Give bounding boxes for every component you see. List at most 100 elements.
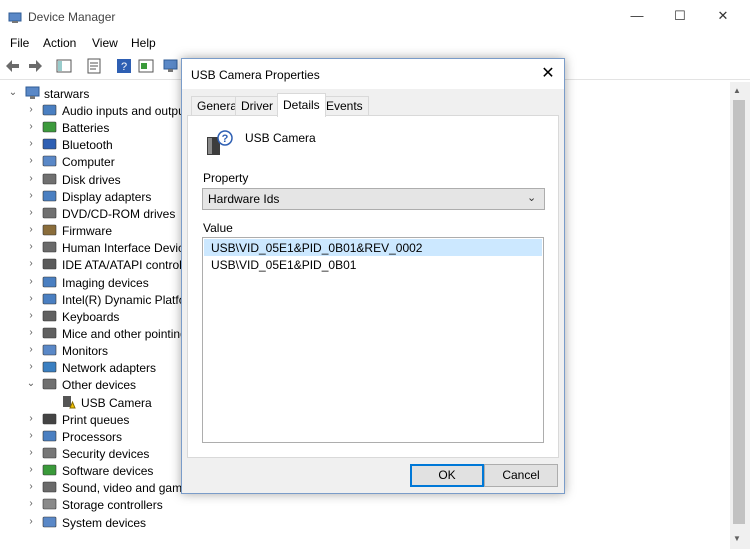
ide-icon: [42, 257, 57, 271]
minimize-button[interactable]: —: [627, 8, 647, 26]
tree-item-label: Firmware: [62, 224, 112, 239]
chevron-right-icon[interactable]: ›: [26, 481, 36, 492]
device-manager-icon: [8, 10, 22, 24]
dialog-title: USB Camera Properties: [191, 68, 320, 82]
tree-item-label: Processors: [62, 429, 123, 444]
chevron-right-icon[interactable]: ›: [26, 464, 36, 475]
tree-item-label: Security devices: [62, 447, 150, 461]
chevron-right-icon[interactable]: ›: [26, 241, 36, 252]
chevron-right-icon[interactable]: ›: [26, 224, 36, 235]
chevron-right-icon[interactable]: ›: [26, 190, 36, 201]
chevron-right-icon[interactable]: ›: [26, 498, 36, 509]
tree-root-label: starwars: [44, 87, 90, 101]
chevron-down-icon[interactable]: ⌄: [8, 87, 18, 98]
tree-item-label: Intel(R) Dynamic Platfor: [62, 292, 190, 307]
tree-item-label: Disk drives: [62, 172, 121, 187]
hid-icon: [42, 240, 57, 254]
maximize-button[interactable]: ☐: [670, 8, 690, 26]
tab-details[interactable]: Details: [277, 93, 326, 117]
chevron-right-icon[interactable]: ›: [26, 516, 36, 527]
menu-view[interactable]: View: [92, 36, 118, 50]
tree-item-label: Computer: [62, 155, 115, 170]
disk-icon: [42, 172, 57, 186]
value-item-text: USB\VID_05E1&PID_0B01: [211, 258, 357, 272]
chevron-right-icon[interactable]: ›: [26, 447, 36, 458]
cancel-button[interactable]: Cancel: [484, 464, 558, 487]
tree-item-label: Bluetooth: [62, 138, 113, 153]
tree-item-label: Software devices: [62, 464, 154, 479]
firmware-icon: [42, 223, 57, 237]
chevron-right-icon[interactable]: ›: [26, 361, 36, 372]
usb-camera-unknown-icon: ?: [204, 129, 234, 157]
chevron-right-icon[interactable]: ›: [26, 121, 36, 132]
chevron-right-icon[interactable]: ›: [26, 258, 36, 269]
sound-icon: [42, 480, 57, 494]
tree-item-label: Other devices: [62, 378, 137, 393]
properties-icon[interactable]: [86, 58, 102, 74]
forward-arrow-icon[interactable]: [27, 58, 43, 74]
security-icon: [42, 446, 57, 460]
close-button[interactable]: ✕: [713, 8, 733, 26]
menu-help[interactable]: Help: [131, 36, 156, 50]
tree-item-label: Monitors: [62, 344, 109, 359]
chevron-right-icon[interactable]: ›: [26, 104, 36, 115]
device-name: USB Camera: [245, 131, 316, 145]
properties-dialog: USB Camera Properties ✕ General Driver D…: [181, 58, 565, 494]
chevron-right-icon[interactable]: ›: [26, 276, 36, 287]
chevron-right-icon[interactable]: ›: [26, 207, 36, 218]
tree-item-label: Display adapters: [62, 189, 152, 204]
tree-item-label: Mice and other pointing: [62, 326, 187, 341]
computer-icon: [42, 154, 57, 168]
chevron-right-icon[interactable]: ›: [26, 173, 36, 184]
property-dropdown[interactable]: Hardware Ids ⌄: [202, 188, 545, 210]
camera-icon: [42, 275, 57, 289]
tab-driver[interactable]: Driver: [235, 96, 279, 116]
tree-item-label: IDE ATA/ATAPI controlle: [62, 258, 192, 273]
other-devices-icon: [42, 377, 57, 391]
scroll-down-icon[interactable]: ▼: [733, 534, 741, 543]
show-hide-tree-icon[interactable]: [56, 58, 72, 74]
tree-item-label: Print queues: [62, 412, 130, 427]
processor-icon: [42, 429, 57, 443]
chevron-right-icon[interactable]: ›: [26, 327, 36, 338]
help-icon[interactable]: ?: [116, 58, 132, 74]
tree-item-label: USB Camera: [81, 395, 152, 410]
storage-icon: [42, 497, 57, 511]
tree-item-label: Keyboards: [62, 309, 120, 324]
tab-events[interactable]: Events: [320, 96, 369, 116]
value-item[interactable]: USB\VID_05E1&PID_0B01&REV_0002: [204, 239, 542, 256]
back-arrow-icon[interactable]: [5, 58, 21, 74]
menu-file[interactable]: File: [10, 36, 29, 50]
chevron-right-icon[interactable]: ›: [26, 138, 36, 149]
tree-item-label: Audio inputs and outpu: [62, 104, 185, 118]
scroll-up-icon[interactable]: ▲: [733, 86, 741, 95]
chevron-down-icon[interactable]: ⌄: [26, 378, 36, 389]
scrollbar-thumb[interactable]: [733, 100, 745, 524]
display-adapter-icon: [42, 189, 57, 203]
update-driver-icon[interactable]: [138, 58, 154, 74]
chevron-right-icon[interactable]: ›: [26, 155, 36, 166]
chip-icon: [42, 292, 57, 306]
value-listbox[interactable]: USB\VID_05E1&PID_0B01&REV_0002 USB\VID_0…: [202, 237, 544, 443]
tree-item-label: DVD/CD-ROM drives: [62, 206, 176, 221]
scan-hardware-icon[interactable]: [163, 58, 179, 74]
chevron-right-icon[interactable]: ›: [26, 413, 36, 424]
audio-icon: [42, 103, 57, 117]
dialog-close-icon[interactable]: ✕: [537, 63, 559, 83]
value-item[interactable]: USB\VID_05E1&PID_0B01: [204, 256, 542, 273]
menu-action[interactable]: Action: [43, 36, 76, 50]
property-dropdown-value: Hardware Ids: [208, 192, 280, 206]
tree-item-label: Imaging devices: [62, 275, 149, 290]
tree-item-label: Network adapters: [62, 361, 157, 376]
chevron-right-icon[interactable]: ›: [26, 344, 36, 355]
svg-text:?: ?: [121, 61, 127, 73]
tree-item-label: System devices: [62, 515, 147, 530]
bluetooth-icon: [42, 137, 57, 151]
keyboard-icon: [42, 309, 57, 323]
chevron-right-icon[interactable]: ›: [26, 293, 36, 304]
ok-button[interactable]: OK: [410, 464, 484, 487]
chevron-right-icon[interactable]: ›: [26, 310, 36, 321]
tree-item-label: Human Interface Device: [62, 241, 191, 256]
value-label: Value: [203, 221, 233, 235]
chevron-right-icon[interactable]: ›: [26, 430, 36, 441]
